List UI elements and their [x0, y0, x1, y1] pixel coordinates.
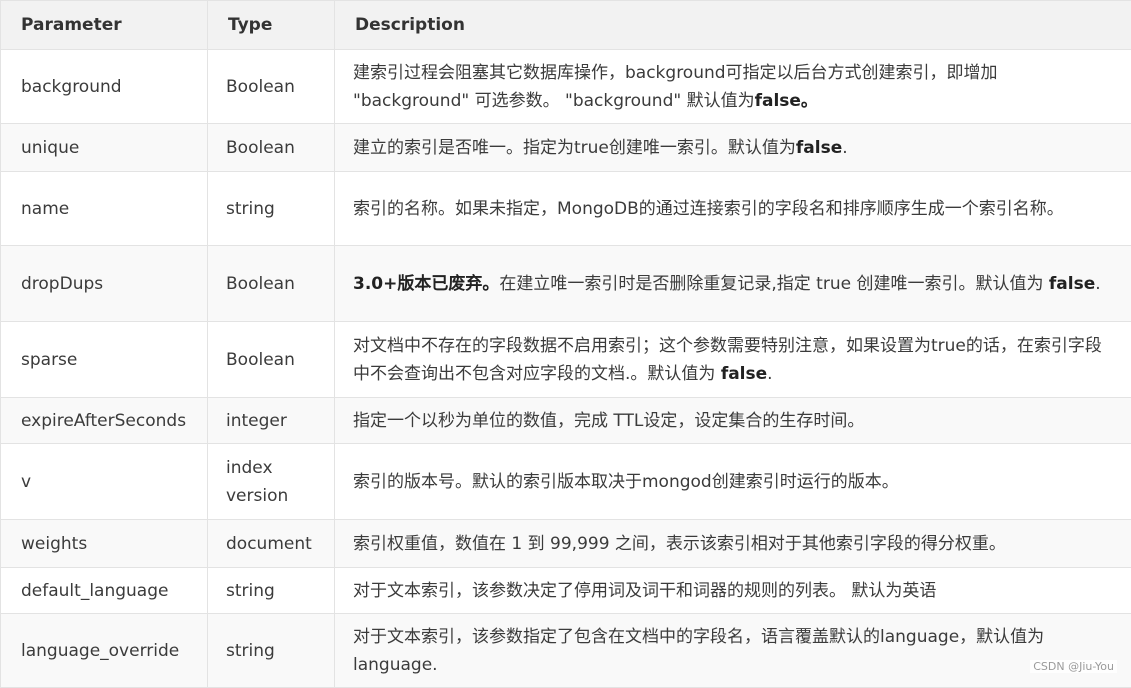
- type-cell: document: [208, 520, 335, 568]
- parameter-cell: default_language: [1, 568, 208, 614]
- description-text: 对于文本索引，该参数指定了包含在文档中的字段名，语言覆盖默认的language，…: [353, 627, 1044, 675]
- description-suffix: .: [1095, 274, 1100, 294]
- type-cell: string: [208, 172, 335, 246]
- description-cell: 对文档中不存在的字段数据不启用索引；这个参数需要特别注意，如果设置为true的话…: [335, 322, 1131, 398]
- description-text: 建立的索引是否唯一。指定为true创建唯一索引。默认值为: [353, 138, 796, 158]
- description-cell: 指定一个以秒为单位的数值，完成 TTL设定，设定集合的生存时间。: [335, 398, 1131, 444]
- table-row: uniqueBoolean建立的索引是否唯一。指定为true创建唯一索引。默认值…: [1, 124, 1131, 172]
- type-cell: string: [208, 568, 335, 614]
- parameter-cell: v: [1, 444, 208, 520]
- description-cell: 索引的名称。如果未指定，MongoDB的通过连接索引的字段名和排序顺序生成一个索…: [335, 172, 1131, 246]
- type-cell: Boolean: [208, 124, 335, 172]
- description-text: 索引权重值，数值在 1 到 99,999 之间，表示该索引相对于其他索引字段的得…: [353, 534, 1006, 554]
- table-row: dropDupsBoolean3.0+版本已废弃。在建立唯一索引时是否删除重复记…: [1, 246, 1131, 322]
- type-cell: Boolean: [208, 246, 335, 322]
- description-cell: 对于文本索引，该参数决定了停用词及词干和词器的规则的列表。 默认为英语: [335, 568, 1131, 614]
- description-text: 指定一个以秒为单位的数值，完成 TTL设定，设定集合的生存时间。: [353, 411, 864, 431]
- table-row: vindex version 索引的版本号。默认的索引版本取决于mongod创建索…: [1, 444, 1131, 520]
- header-parameter: Parameter: [1, 1, 208, 50]
- table-row: default_languagestring 对于文本索引，该参数决定了停用词及词…: [1, 568, 1131, 614]
- parameter-cell: sparse: [1, 322, 208, 398]
- description-suffix: .: [767, 364, 772, 384]
- parameter-cell: name: [1, 172, 208, 246]
- description-cell: 建索引过程会阻塞其它数据库操作，background可指定以后台方式创建索引，即…: [335, 50, 1131, 124]
- description-text: 建索引过程会阻塞其它数据库操作，background可指定以后台方式创建索引，即…: [353, 63, 998, 111]
- default-value: false: [721, 364, 767, 384]
- type-cell: index version: [208, 444, 335, 520]
- type-cell: Boolean: [208, 50, 335, 124]
- description-cell: 建立的索引是否唯一。指定为true创建唯一索引。默认值为false.: [335, 124, 1131, 172]
- parameter-cell: weights: [1, 520, 208, 568]
- default-value: false: [1049, 274, 1095, 294]
- parameter-cell: expireAfterSeconds: [1, 398, 208, 444]
- description-text: 索引的版本号。默认的索引版本取决于mongod创建索引时运行的版本。: [353, 472, 899, 492]
- table-row: namestring 索引的名称。如果未指定，MongoDB的通过连接索引的字段名…: [1, 172, 1131, 246]
- table-row: sparseBoolean对文档中不存在的字段数据不启用索引；这个参数需要特别注…: [1, 322, 1131, 398]
- description-cell: 索引权重值，数值在 1 到 99,999 之间，表示该索引相对于其他索引字段的得…: [335, 520, 1131, 568]
- table-row: expireAfterSecondsinteger 指定一个以秒为单位的数值，完成…: [1, 398, 1131, 444]
- description-text: 索引的名称。如果未指定，MongoDB的通过连接索引的字段名和排序顺序生成一个索…: [353, 199, 1064, 219]
- header-row: Parameter Type Description: [1, 1, 1131, 50]
- description-text: 对于文本索引，该参数决定了停用词及词干和词器的规则的列表。 默认为英语: [353, 581, 936, 601]
- parameter-cell: language_override: [1, 614, 208, 688]
- parameter-cell: dropDups: [1, 246, 208, 322]
- description-cell: 3.0+版本已废弃。在建立唯一索引时是否删除重复记录,指定 true 创建唯一索…: [335, 246, 1131, 322]
- parameter-table: Parameter Type Description backgroundBoo…: [0, 0, 1131, 688]
- table-row: backgroundBoolean 建索引过程会阻塞其它数据库操作，backgro…: [1, 50, 1131, 124]
- header-type: Type: [208, 1, 335, 50]
- csdn-watermark: CSDN @Jiu-You: [1030, 660, 1117, 673]
- deprecated-note: 3.0+版本已废弃。: [353, 274, 499, 294]
- default-value: false。: [755, 91, 818, 111]
- table-row: weightsdocument 索引权重值，数值在 1 到 99,999 之间，表…: [1, 520, 1131, 568]
- table-row: language_overridestring 对于文本索引，该参数指定了包含在文…: [1, 614, 1131, 688]
- type-cell: string: [208, 614, 335, 688]
- description-text: 在建立唯一索引时是否删除重复记录,指定 true 创建唯一索引。默认值为: [499, 274, 1049, 294]
- header-description: Description: [335, 1, 1131, 50]
- parameter-cell: unique: [1, 124, 208, 172]
- type-cell: integer: [208, 398, 335, 444]
- description-cell: 索引的版本号。默认的索引版本取决于mongod创建索引时运行的版本。: [335, 444, 1131, 520]
- parameter-cell: background: [1, 50, 208, 124]
- type-cell: Boolean: [208, 322, 335, 398]
- default-value: false: [796, 138, 842, 158]
- description-cell: 对于文本索引，该参数指定了包含在文档中的字段名，语言覆盖默认的language，…: [335, 614, 1131, 688]
- table-body: backgroundBoolean建索引过程会阻塞其它数据库操作，backgro…: [1, 50, 1131, 688]
- description-suffix: .: [842, 138, 847, 158]
